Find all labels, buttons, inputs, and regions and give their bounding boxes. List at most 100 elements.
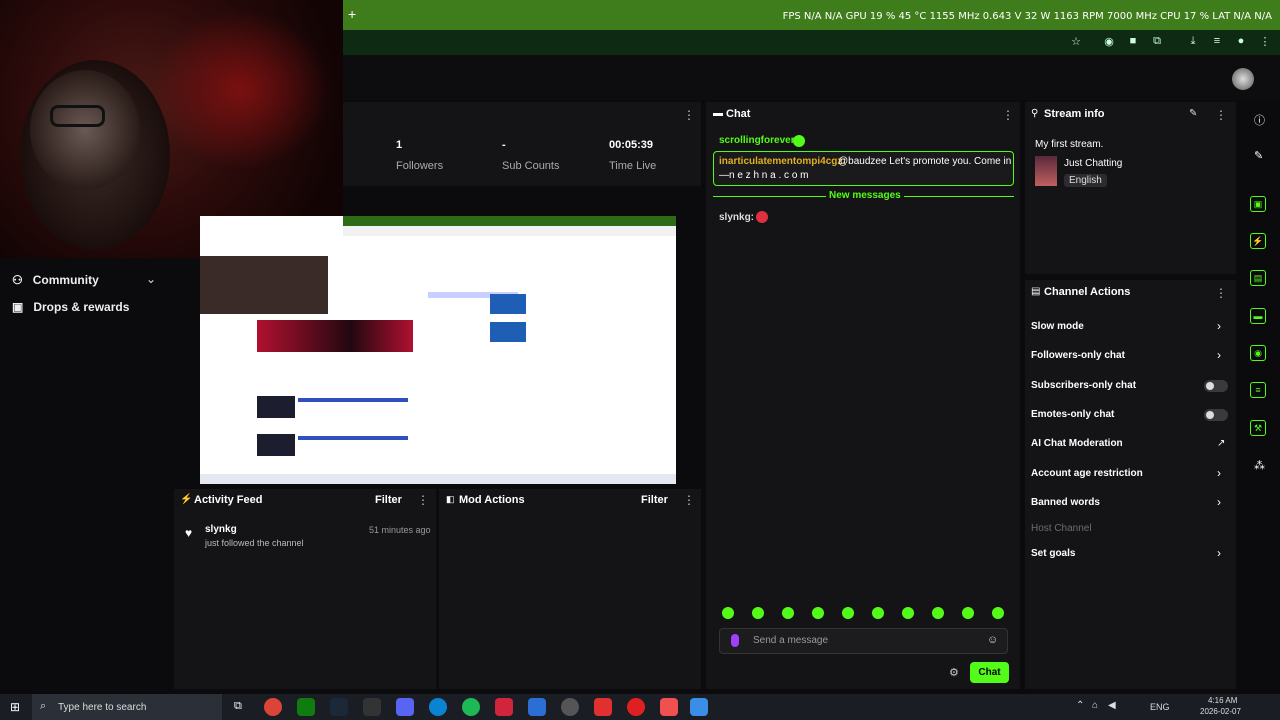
discord-icon[interactable] [396,698,414,716]
more-icon[interactable]: ⋮ [1002,108,1014,122]
chevron-up-icon[interactable]: ⌃ [1076,700,1084,711]
emote-icon [793,135,805,147]
app-icon[interactable] [660,698,678,716]
category-name[interactable]: Just Chatting [1064,158,1122,169]
more-icon[interactable]: ⋮ [1215,108,1227,122]
chat-username[interactable]: slynkg: [719,212,754,223]
account-age-action[interactable]: Account age restriction [1031,468,1143,479]
new-messages-label[interactable]: New messages [826,190,904,201]
chevron-right-icon[interactable]: › [1217,348,1221,362]
camera-icon[interactable]: ▣ [1250,196,1266,212]
nodes-icon[interactable]: ⁂ [1254,459,1265,472]
task-view-icon[interactable]: ⧉ [234,700,242,713]
emote-icon[interactable] [722,607,734,619]
ai-moderation-action[interactable]: AI Chat Moderation [1031,438,1123,449]
emote-icon[interactable] [992,607,1004,619]
emote-icon[interactable] [962,607,974,619]
extension-icon-2[interactable]: ■ [1125,35,1141,51]
gear-icon[interactable]: ⚙ [949,666,959,679]
spotify-icon[interactable] [462,698,480,716]
app-icon[interactable] [363,698,381,716]
followers-only-action[interactable]: Followers-only chat [1031,350,1125,361]
app-icon[interactable] [627,698,645,716]
emote-icon[interactable] [812,607,824,619]
lightning-icon[interactable]: ⚡ [1250,233,1266,249]
chat-username[interactable]: scrollingforever: [719,135,798,146]
emote-icon[interactable] [782,607,794,619]
set-goals-action[interactable]: Set goals [1031,548,1075,559]
more-icon[interactable]: ⋮ [1257,35,1273,51]
subscribers-only-toggle[interactable] [1204,380,1228,392]
more-icon[interactable]: ⋮ [1215,286,1227,300]
category-thumbnail[interactable] [1035,156,1057,186]
edge-icon[interactable] [429,698,447,716]
puzzle-icon[interactable]: ⧉ [1149,35,1165,51]
steam-icon[interactable] [330,698,348,716]
nav-label: Drops & rewards [33,300,130,314]
search-placeholder: Type here to search [58,702,147,713]
pencil-icon[interactable]: ✎ [1254,149,1263,162]
people-icon: ⚇ [12,273,23,287]
send-chat-button[interactable]: Chat [970,662,1009,683]
avatar[interactable] [1232,68,1254,90]
filter-button[interactable]: Filter [375,494,402,506]
slow-mode-action[interactable]: Slow mode [1031,321,1084,332]
channel-actions-panel [1025,280,1236,689]
obs-icon[interactable] [561,698,579,716]
new-tab-button[interactable]: + [348,6,356,22]
language-indicator[interactable]: ENG [1150,702,1170,712]
more-icon[interactable]: ⋮ [683,108,695,122]
emote-icon[interactable] [842,607,854,619]
chat-title: Chat [726,108,751,120]
list-icon[interactable]: ≡ [1250,382,1266,398]
chevron-right-icon[interactable]: › [1217,319,1221,333]
chevron-down-icon[interactable]: ⌄ [146,272,156,286]
emote-icon[interactable] [872,607,884,619]
chrome-icon[interactable] [264,698,282,716]
document-icon[interactable]: ▤ [1250,270,1266,286]
chat-username[interactable]: inarticulatementompi4cgz: [719,156,846,167]
nav-item-community[interactable]: ⚇ Community [12,273,99,287]
emotes-only-toggle[interactable] [1204,409,1228,421]
app-icon[interactable] [528,698,546,716]
info-icon[interactable]: ⓘ [1254,112,1265,128]
external-link-icon[interactable]: ↗ [1217,438,1225,449]
emote-icon[interactable] [752,607,764,619]
app-icon[interactable] [495,698,513,716]
microphone-icon[interactable] [731,634,739,647]
subscribers-only-action[interactable]: Subscribers-only chat [1031,380,1136,391]
emote-icon[interactable] [932,607,944,619]
filter-button[interactable]: Filter [641,494,668,506]
emoji-icon[interactable]: ☺ [987,634,998,646]
followers-count: 1 [396,139,403,151]
xbox-icon[interactable] [297,698,315,716]
more-icon[interactable]: ⋮ [417,493,429,507]
app-icon[interactable] [594,698,612,716]
chat-bubble-icon[interactable]: ▬ [1250,308,1266,324]
activity-text: just followed the channel [205,538,304,548]
chevron-right-icon[interactable]: › [1217,546,1221,560]
pencil-icon[interactable]: ✎ [1189,108,1197,119]
app-icon[interactable] [690,698,708,716]
menu-list-icon[interactable]: ≡ [1209,35,1225,51]
chevron-right-icon[interactable]: › [1217,466,1221,480]
chevron-right-icon[interactable]: › [1217,495,1221,509]
windows-start-icon[interactable]: ⊞ [10,700,20,714]
broadcast-icon[interactable]: ◉ [1250,345,1266,361]
activity-user[interactable]: slynkg [205,524,237,535]
emotes-only-action[interactable]: Emotes-only chat [1031,409,1114,420]
banned-words-action[interactable]: Banned words [1031,497,1100,508]
download-icon[interactable]: ⤓ [1185,35,1201,51]
clock-time[interactable]: 4:16 AM [1208,696,1237,705]
clock-date[interactable]: 2026-02-07 [1200,707,1241,716]
volume-icon[interactable]: ◀ [1108,700,1116,711]
stream-preview[interactable] [200,216,676,484]
emote-icon[interactable] [902,607,914,619]
more-icon[interactable]: ⋮ [683,493,695,507]
extension-icon[interactable]: ◉ [1101,35,1117,51]
network-icon[interactable]: ⌂ [1092,700,1098,711]
wrench-icon[interactable]: ⚒ [1250,420,1266,436]
star-icon[interactable]: ☆ [1068,35,1084,51]
profile-icon[interactable]: ● [1233,35,1249,51]
nav-item-drops[interactable]: ▣ Drops & rewards [12,300,129,314]
